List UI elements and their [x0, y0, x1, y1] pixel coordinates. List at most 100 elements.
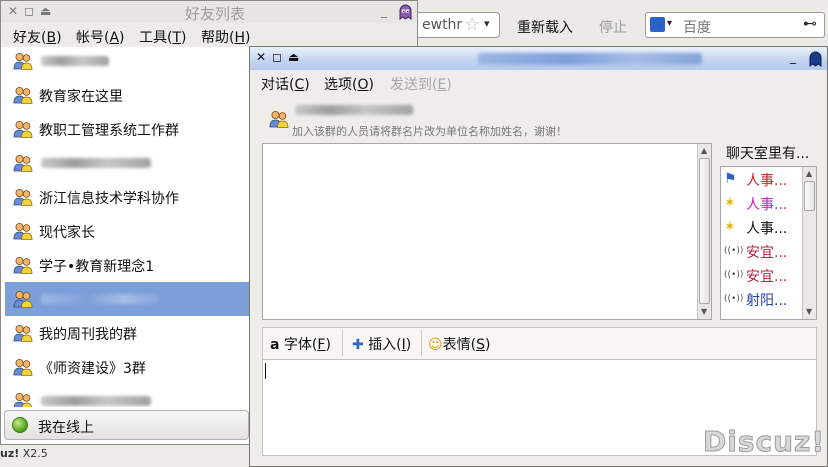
scroll-thumb[interactable] [699, 158, 710, 304]
shade-icon[interactable]: ⏏ [288, 50, 299, 64]
friend-row[interactable]: 现代家长 [5, 214, 250, 248]
text-caret [265, 363, 266, 379]
friend-row[interactable]: 浙江信息技术学科协作 [5, 180, 250, 214]
friend-row[interactable]: 教育家在这里 [5, 78, 250, 112]
friends-menubar: 好友(B) 帐号(A) 工具(T) 帮助(H) [1, 23, 417, 47]
message-scrollbar[interactable]: ▲ ▼ [697, 144, 711, 319]
menu-account[interactable]: 帐号(A) [76, 27, 125, 47]
friend-row[interactable]: 《师资建设》3群 [5, 350, 250, 384]
friend-row[interactable] [5, 47, 250, 78]
menu-send-to: 发送到(E) [390, 77, 452, 93]
toolbar-divider [342, 330, 343, 356]
friend-name: 《师资建设》3群 [39, 361, 146, 377]
member-name: 人事... [746, 173, 788, 189]
smiley-icon: ☺ [428, 337, 443, 353]
chat-window-title [478, 53, 702, 65]
toolbar-divider [421, 330, 422, 356]
member-name: 安宜... [746, 269, 788, 285]
star-icon: ✶ [724, 219, 736, 235]
group-icon [13, 121, 33, 138]
friend-name: 现代家长 [39, 225, 95, 241]
member-name: 人事... [746, 221, 788, 237]
close-icon[interactable]: ✕ [256, 50, 266, 64]
friend-row[interactable]: 我的周刊我的群 [5, 316, 250, 350]
friend-row[interactable] [5, 282, 250, 316]
group-icon [13, 325, 33, 342]
bookmark-star-icon[interactable]: ☆ [464, 14, 480, 35]
friends-titlebar: ✕ ◻ ⏏ 好友列表 _ [1, 1, 417, 24]
binoculars-icon[interactable]: ⊷ [803, 16, 817, 32]
friend-name: 教育家在这里 [39, 89, 123, 105]
scroll-down-icon[interactable]: ▼ [701, 307, 707, 316]
plus-icon: ✚ [352, 337, 364, 353]
member-item[interactable]: ⚑ 人事... [722, 168, 800, 190]
broadcast-icon: ((•)) [724, 246, 744, 256]
friends-list: 教育家在这里教职工管理系统工作群 浙江信息技术学科协作现代家长学子•教育新理念1 我… [1, 47, 250, 407]
restore-icon[interactable]: ◻ [272, 50, 282, 64]
friend-name: 学子•教育新理念1 [39, 259, 155, 275]
menu-help[interactable]: 帮助(H) [201, 27, 250, 47]
group-icon [13, 87, 33, 104]
menu-conversation[interactable]: 对话(C) [261, 74, 310, 94]
member-item[interactable]: ✶ 人事... [722, 192, 800, 214]
stop-button[interactable]: 停止 [599, 17, 627, 37]
menu-tools[interactable]: 工具(T) [139, 27, 187, 47]
member-item[interactable]: ((•)) 安宜... [722, 240, 800, 262]
scroll-down-icon[interactable]: ▼ [806, 307, 812, 316]
member-name: 射阳... [746, 293, 788, 309]
menu-options[interactable]: 选项(O) [324, 74, 374, 94]
flag-icon: ⚑ [724, 171, 737, 187]
footer-brand: uz! X2.5 [0, 447, 48, 460]
chevron-down-icon[interactable]: ▾ [667, 18, 672, 29]
close-icon[interactable]: ✕ [8, 4, 18, 18]
member-item[interactable]: ((•)) 射阳... [722, 288, 800, 310]
group-icon [13, 291, 33, 308]
group-icon [13, 223, 33, 240]
menu-friends[interactable]: 好友(B) [13, 27, 62, 47]
restore-icon[interactable]: ◻ [24, 4, 34, 18]
smiley-button[interactable]: ☺表情(S) [428, 334, 490, 354]
shade-icon[interactable]: ⏏ [40, 4, 51, 18]
group-icon [13, 155, 33, 172]
scroll-up-icon[interactable]: ▲ [806, 169, 812, 178]
discuz-watermark: Discuz! [702, 425, 826, 459]
friend-name [41, 158, 151, 168]
search-engine-icon[interactable]: 🐾 [650, 17, 665, 32]
chat-menubar: 对话(C) 选项(O) 发送到(E) [250, 70, 827, 94]
friend-row[interactable]: 学子•教育新理念1 [5, 248, 250, 282]
minimize-icon[interactable]: _ [790, 50, 796, 64]
friend-name [41, 396, 151, 406]
search-placeholder: 百度 [683, 20, 711, 36]
message-history[interactable]: ▲ ▼ [262, 143, 712, 320]
group-icon [269, 111, 289, 128]
friend-row[interactable] [5, 384, 250, 407]
member-item[interactable]: ✶ 人事... [722, 216, 800, 238]
member-item[interactable]: ((•)) 安宜... [722, 264, 800, 286]
group-icon [13, 257, 33, 274]
group-icon [13, 53, 33, 70]
friend-name: 我的周刊我的群 [39, 327, 137, 343]
pidgin-icon [399, 4, 412, 20]
reload-button[interactable]: 重新载入 [517, 17, 573, 37]
insert-button[interactable]: ✚ 插入(I) [352, 334, 411, 354]
group-icon [13, 189, 33, 206]
format-toolbar [262, 327, 817, 359]
friend-row[interactable]: 教职工管理系统工作群 [5, 112, 250, 146]
online-status-icon [12, 417, 28, 433]
group-notice: 加入该群的人员请将群名片改为单位名称加姓名，谢谢！ [292, 125, 567, 138]
group-icon [13, 393, 33, 407]
url-text: ewthr [422, 17, 463, 33]
font-button[interactable]: a 字体(F) [270, 334, 331, 354]
members-scrollbar[interactable]: ▲ ▼ [802, 167, 816, 319]
scroll-up-icon[interactable]: ▲ [701, 146, 707, 155]
minimize-icon[interactable]: _ [381, 4, 387, 18]
url-dropdown-icon[interactable]: ▾ [484, 17, 490, 30]
friend-name [41, 294, 159, 304]
scroll-thumb[interactable] [804, 181, 815, 211]
pidgin-icon [809, 51, 822, 67]
group-icon [13, 359, 33, 376]
member-name: 人事... [746, 197, 788, 213]
star-icon: ✶ [724, 195, 736, 211]
friend-row[interactable] [5, 146, 250, 180]
group-name [295, 105, 413, 115]
